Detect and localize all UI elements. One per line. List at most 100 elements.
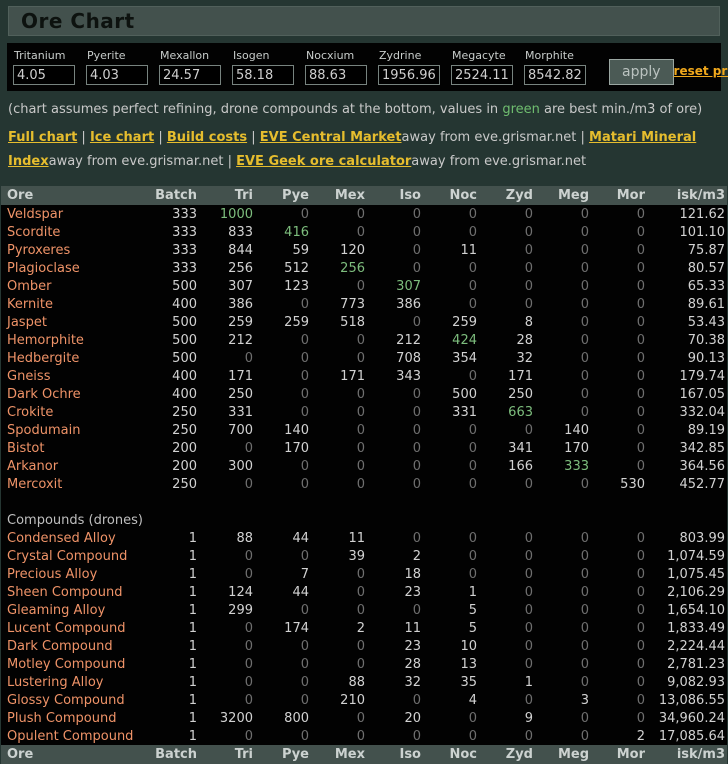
mex-cell: 210 (340, 692, 365, 708)
eve-central-market-link[interactable]: EVE Central Market (260, 130, 402, 145)
mex-cell: 0 (356, 422, 365, 438)
pye-cell: 0 (300, 296, 309, 312)
isk-per-m3-cell: 1,654.10 (667, 602, 725, 618)
isk-per-m3-cell: 75.87 (687, 242, 725, 258)
batch-cell: 200 (172, 440, 197, 456)
column-header-batch: Batch (151, 186, 199, 205)
column-header-pye: Pye (255, 745, 311, 764)
isk-per-m3-cell: 179.74 (679, 368, 726, 384)
noc-cell: 4 (468, 692, 477, 708)
zyd-cell: 0 (524, 296, 533, 312)
price-form: Tritanium Pyerite Mexallon Isogen Nocxium Zyd… (7, 43, 728, 91)
column-header-mex: Mex (311, 186, 367, 205)
meg-cell: 0 (580, 530, 589, 546)
mor-cell: 0 (636, 278, 645, 294)
noc-cell: 424 (452, 332, 477, 348)
meg-cell: 0 (580, 710, 589, 726)
isk-per-m3-cell: 53.43 (687, 314, 725, 330)
ore-name: Spodumain (7, 422, 81, 438)
morphite-price-input[interactable] (524, 65, 586, 85)
isk-per-m3-cell: 13,086.55 (658, 692, 725, 708)
meg-cell: 0 (580, 332, 589, 348)
isk-per-m3-cell: 2,106.29 (667, 584, 725, 600)
pye-cell: 123 (284, 278, 309, 294)
isk-per-m3-cell: 70.38 (687, 332, 725, 348)
batch-cell: 500 (172, 350, 197, 366)
noc-cell: 0 (468, 548, 477, 564)
tri-cell: 3200 (219, 710, 253, 726)
ore-row-gneiss: Gneiss 400 171 0 171 343 0 171 0 0 179.74 (1, 367, 727, 385)
mor-cell: 0 (636, 584, 645, 600)
zyd-cell: 250 (508, 386, 533, 402)
meg-cell: 170 (564, 440, 589, 456)
ore-name: Mercoxit (7, 476, 63, 492)
mex-cell: 256 (340, 260, 365, 276)
column-header-iso: Iso (367, 745, 423, 764)
noc-cell: 0 (468, 566, 477, 582)
column-header-noc: Noc (423, 186, 479, 205)
nocxium-price-input[interactable] (305, 65, 367, 85)
isogen-price-input[interactable] (232, 65, 294, 85)
mor-cell: 0 (636, 710, 645, 726)
eve-geek-ore-calculator-link[interactable]: EVE Geek ore calculator (236, 154, 411, 169)
zydrine-label: Zydrine (379, 49, 422, 62)
iso-cell: 0 (412, 314, 421, 330)
isk-per-m3-cell: 89.19 (687, 422, 725, 438)
column-header-batch: Batch (151, 745, 199, 764)
mexallon-price-input[interactable] (159, 65, 221, 85)
ore-row-veldspar: Veldspar 333 1000 0 0 0 0 0 0 0 121.62 (1, 205, 727, 223)
zyd-cell: 0 (524, 656, 533, 672)
noc-cell: 10 (460, 638, 477, 654)
batch-cell: 400 (172, 296, 197, 312)
column-header-iso: Iso (367, 186, 423, 205)
ore-row-hemorphite: Hemorphite 500 212 0 0 212 424 28 0 0 70.38 (1, 331, 727, 349)
compound-row-condensed-alloy: Condensed Alloy 1 88 44 11 0 0 0 0 0 803.99 (1, 529, 727, 547)
iso-cell: 0 (412, 224, 421, 240)
full-chart-link[interactable]: Full chart (8, 130, 77, 145)
link-separator: | (223, 154, 237, 169)
mor-cell: 0 (636, 260, 645, 276)
zyd-cell: 0 (524, 728, 533, 744)
zyd-cell: 663 (508, 404, 533, 420)
tri-cell: 0 (244, 566, 253, 582)
zyd-cell: 0 (524, 692, 533, 708)
build-costs-link[interactable]: Build costs (167, 130, 247, 145)
noc-cell: 0 (468, 422, 477, 438)
meg-cell: 3 (580, 692, 589, 708)
apply-button[interactable]: apply (609, 59, 674, 85)
mex-cell: 11 (348, 530, 365, 546)
meg-cell: 0 (580, 260, 589, 276)
zyd-cell: 0 (524, 602, 533, 618)
ore-name: Gneiss (7, 368, 51, 384)
noc-cell: 5 (468, 620, 477, 636)
iso-cell: 20 (404, 710, 421, 726)
megacyte-price-input[interactable] (451, 65, 513, 85)
column-header-mex: Mex (311, 745, 367, 764)
noc-cell: 259 (452, 314, 477, 330)
zyd-cell: 166 (508, 458, 533, 474)
iso-cell: 212 (396, 332, 421, 348)
ore-name: Hemorphite (7, 332, 84, 348)
noc-cell: 0 (468, 440, 477, 456)
mor-cell: 0 (636, 674, 645, 690)
zydrine-price-input[interactable] (378, 65, 440, 85)
mex-cell: 0 (356, 350, 365, 366)
tri-cell: 386 (228, 296, 253, 312)
pye-cell: 174 (284, 620, 309, 636)
noc-cell: 0 (468, 458, 477, 474)
mor-cell: 0 (636, 224, 645, 240)
mexallon-label: Mexallon (160, 49, 210, 62)
ore-row-mercoxit: Mercoxit 250 0 0 0 0 0 0 0 530 452.77 (1, 475, 727, 493)
pyerite-price-input[interactable] (86, 65, 148, 85)
compound-row-lustering-alloy: Lustering Alloy 1 0 0 88 32 35 1 0 0 9,082.93 (1, 673, 727, 691)
ice-chart-link[interactable]: Ice chart (90, 130, 154, 145)
column-header-ore: Ore (1, 745, 151, 764)
note-prefix: (chart assumes perfect refining, drone c… (8, 102, 503, 117)
link-separator: | (77, 130, 90, 145)
compound-row-glossy-compound: Glossy Compound 1 0 0 210 0 4 0 3 0 13,086.55 (1, 691, 727, 709)
tritanium-price-input[interactable] (13, 65, 75, 85)
reset-price-link[interactable]: reset price (674, 64, 728, 78)
zyd-cell: 32 (516, 350, 533, 366)
column-header-pye: Pye (255, 186, 311, 205)
mex-cell: 0 (356, 656, 365, 672)
